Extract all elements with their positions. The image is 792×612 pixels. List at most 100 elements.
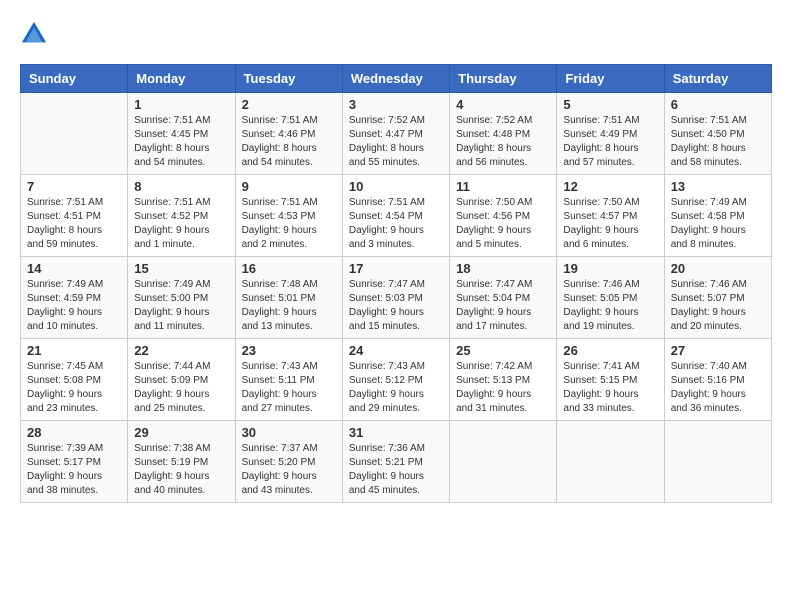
day-info: Sunrise: 7:49 AM Sunset: 4:59 PM Dayligh…	[27, 278, 121, 334]
calendar-week-row: 14 Sunrise: 7:49 AM Sunset: 4:59 PM Dayli…	[21, 257, 772, 339]
day-number: 6	[671, 97, 765, 112]
day-info: Sunrise: 7:39 AM Sunset: 5:17 PM Dayligh…	[27, 442, 121, 498]
weekday-header-monday: Monday	[128, 65, 235, 93]
calendar-cell: 28 Sunrise: 7:39 AM Sunset: 5:17 PM Dayli…	[21, 421, 128, 503]
day-number: 31	[349, 425, 443, 440]
day-number: 20	[671, 261, 765, 276]
day-info: Sunrise: 7:47 AM Sunset: 5:03 PM Dayligh…	[349, 278, 443, 334]
calendar-week-row: 28 Sunrise: 7:39 AM Sunset: 5:17 PM Dayli…	[21, 421, 772, 503]
weekday-header-saturday: Saturday	[664, 65, 771, 93]
day-info: Sunrise: 7:50 AM Sunset: 4:56 PM Dayligh…	[456, 196, 550, 252]
day-number: 1	[134, 97, 228, 112]
day-number: 19	[563, 261, 657, 276]
day-info: Sunrise: 7:43 AM Sunset: 5:11 PM Dayligh…	[242, 360, 336, 416]
day-number: 23	[242, 343, 336, 358]
calendar-cell: 5 Sunrise: 7:51 AM Sunset: 4:49 PM Daylig…	[557, 93, 664, 175]
weekday-header-wednesday: Wednesday	[342, 65, 449, 93]
day-number: 11	[456, 179, 550, 194]
day-number: 18	[456, 261, 550, 276]
logo	[20, 20, 52, 48]
day-number: 17	[349, 261, 443, 276]
day-number: 25	[456, 343, 550, 358]
day-info: Sunrise: 7:36 AM Sunset: 5:21 PM Dayligh…	[349, 442, 443, 498]
calendar-cell: 27Sunrise: 7:40 AM Sunset: 5:16 PM Dayli…	[664, 339, 771, 421]
day-number: 10	[349, 179, 443, 194]
calendar-cell	[21, 93, 128, 175]
calendar-cell: 7 Sunrise: 7:51 AM Sunset: 4:51 PM Daylig…	[21, 175, 128, 257]
day-info: Sunrise: 7:50 AM Sunset: 4:57 PM Dayligh…	[563, 196, 657, 252]
day-number: 26	[563, 343, 657, 358]
weekday-header-friday: Friday	[557, 65, 664, 93]
day-info: Sunrise: 7:48 AM Sunset: 5:01 PM Dayligh…	[242, 278, 336, 334]
day-info: Sunrise: 7:44 AM Sunset: 5:09 PM Dayligh…	[134, 360, 228, 416]
day-number: 7	[27, 179, 121, 194]
calendar-cell: 11 Sunrise: 7:50 AM Sunset: 4:56 PM Dayli…	[450, 175, 557, 257]
day-info: Sunrise: 7:51 AM Sunset: 4:50 PM Dayligh…	[671, 114, 765, 170]
calendar-table: SundayMondayTuesdayWednesdayThursdayFrid…	[20, 64, 772, 503]
calendar-cell: 24Sunrise: 7:43 AM Sunset: 5:12 PM Dayli…	[342, 339, 449, 421]
weekday-header-row: SundayMondayTuesdayWednesdayThursdayFrid…	[21, 65, 772, 93]
day-number: 5	[563, 97, 657, 112]
calendar-cell: 21 Sunrise: 7:45 AM Sunset: 5:08 PM Dayli…	[21, 339, 128, 421]
day-info: Sunrise: 7:40 AM Sunset: 5:16 PM Dayligh…	[671, 360, 765, 416]
calendar-cell: 6 Sunrise: 7:51 AM Sunset: 4:50 PM Daylig…	[664, 93, 771, 175]
calendar-week-row: 21 Sunrise: 7:45 AM Sunset: 5:08 PM Dayli…	[21, 339, 772, 421]
calendar-cell: 10 Sunrise: 7:51 AM Sunset: 4:54 PM Dayli…	[342, 175, 449, 257]
calendar-cell: 30 Sunrise: 7:37 AM Sunset: 5:20 PM Dayli…	[235, 421, 342, 503]
day-info: Sunrise: 7:51 AM Sunset: 4:52 PM Dayligh…	[134, 196, 228, 252]
day-number: 28	[27, 425, 121, 440]
logo-icon	[20, 20, 48, 48]
day-info: Sunrise: 7:47 AM Sunset: 5:04 PM Dayligh…	[456, 278, 550, 334]
calendar-cell: 31 Sunrise: 7:36 AM Sunset: 5:21 PM Dayli…	[342, 421, 449, 503]
calendar-cell: 29 Sunrise: 7:38 AM Sunset: 5:19 PM Dayli…	[128, 421, 235, 503]
calendar-cell	[450, 421, 557, 503]
calendar-cell	[664, 421, 771, 503]
day-info: Sunrise: 7:46 AM Sunset: 5:05 PM Dayligh…	[563, 278, 657, 334]
calendar-header: SundayMondayTuesdayWednesdayThursdayFrid…	[21, 65, 772, 93]
day-info: Sunrise: 7:42 AM Sunset: 5:13 PM Dayligh…	[456, 360, 550, 416]
day-info: Sunrise: 7:51 AM Sunset: 4:51 PM Dayligh…	[27, 196, 121, 252]
calendar-cell: 8 Sunrise: 7:51 AM Sunset: 4:52 PM Daylig…	[128, 175, 235, 257]
day-number: 21	[27, 343, 121, 358]
calendar-cell: 19 Sunrise: 7:46 AM Sunset: 5:05 PM Dayli…	[557, 257, 664, 339]
day-number: 16	[242, 261, 336, 276]
day-info: Sunrise: 7:51 AM Sunset: 4:53 PM Dayligh…	[242, 196, 336, 252]
day-number: 2	[242, 97, 336, 112]
day-number: 15	[134, 261, 228, 276]
calendar-cell	[557, 421, 664, 503]
day-number: 8	[134, 179, 228, 194]
day-number: 12	[563, 179, 657, 194]
day-info: Sunrise: 7:51 AM Sunset: 4:54 PM Dayligh…	[349, 196, 443, 252]
day-info: Sunrise: 7:38 AM Sunset: 5:19 PM Dayligh…	[134, 442, 228, 498]
calendar-cell: 13Sunrise: 7:49 AM Sunset: 4:58 PM Dayli…	[664, 175, 771, 257]
calendar-cell: 14 Sunrise: 7:49 AM Sunset: 4:59 PM Dayli…	[21, 257, 128, 339]
weekday-header-sunday: Sunday	[21, 65, 128, 93]
day-number: 22	[134, 343, 228, 358]
day-number: 29	[134, 425, 228, 440]
calendar-cell: 25 Sunrise: 7:42 AM Sunset: 5:13 PM Dayli…	[450, 339, 557, 421]
day-info: Sunrise: 7:52 AM Sunset: 4:47 PM Dayligh…	[349, 114, 443, 170]
day-info: Sunrise: 7:37 AM Sunset: 5:20 PM Dayligh…	[242, 442, 336, 498]
day-info: Sunrise: 7:51 AM Sunset: 4:46 PM Dayligh…	[242, 114, 336, 170]
calendar-cell: 17 Sunrise: 7:47 AM Sunset: 5:03 PM Dayli…	[342, 257, 449, 339]
day-number: 24	[349, 343, 443, 358]
day-info: Sunrise: 7:49 AM Sunset: 4:58 PM Dayligh…	[671, 196, 765, 252]
calendar-cell: 20Sunrise: 7:46 AM Sunset: 5:07 PM Dayli…	[664, 257, 771, 339]
day-info: Sunrise: 7:49 AM Sunset: 5:00 PM Dayligh…	[134, 278, 228, 334]
day-number: 3	[349, 97, 443, 112]
calendar-cell: 23 Sunrise: 7:43 AM Sunset: 5:11 PM Dayli…	[235, 339, 342, 421]
day-info: Sunrise: 7:51 AM Sunset: 4:49 PM Dayligh…	[563, 114, 657, 170]
day-number: 14	[27, 261, 121, 276]
calendar-cell: 12 Sunrise: 7:50 AM Sunset: 4:57 PM Dayli…	[557, 175, 664, 257]
calendar-cell: 26Sunrise: 7:41 AM Sunset: 5:15 PM Dayli…	[557, 339, 664, 421]
calendar-cell: 16 Sunrise: 7:48 AM Sunset: 5:01 PM Dayli…	[235, 257, 342, 339]
calendar-cell: 2 Sunrise: 7:51 AM Sunset: 4:46 PM Daylig…	[235, 93, 342, 175]
weekday-header-thursday: Thursday	[450, 65, 557, 93]
calendar-cell: 22 Sunrise: 7:44 AM Sunset: 5:09 PM Dayli…	[128, 339, 235, 421]
day-info: Sunrise: 7:45 AM Sunset: 5:08 PM Dayligh…	[27, 360, 121, 416]
calendar-week-row: 7 Sunrise: 7:51 AM Sunset: 4:51 PM Daylig…	[21, 175, 772, 257]
calendar-body: 1Sunrise: 7:51 AM Sunset: 4:45 PM Daylig…	[21, 93, 772, 503]
day-number: 30	[242, 425, 336, 440]
day-info: Sunrise: 7:52 AM Sunset: 4:48 PM Dayligh…	[456, 114, 550, 170]
weekday-header-tuesday: Tuesday	[235, 65, 342, 93]
